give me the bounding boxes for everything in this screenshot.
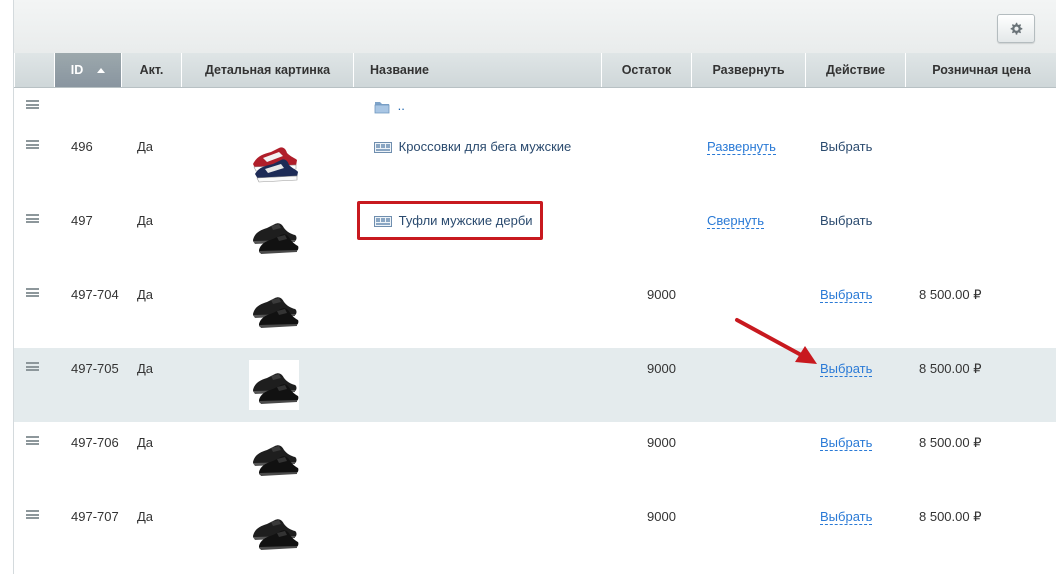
select-link[interactable]: Выбрать [820,509,873,525]
shoe-image [253,373,299,404]
table-row[interactable]: 497-707 Да 9000 Выбрать 8 500.00 ₽ [14,496,1056,574]
table-row[interactable]: 497-704 Да 9000 Выбрать 8 500.00 ₽ [14,274,1056,348]
header-active[interactable]: Акт. [121,53,181,87]
select-link[interactable]: Выбрать [820,287,873,303]
row-id: 497-707 [71,509,119,524]
settings-button[interactable] [997,14,1035,43]
row-active: Да [137,287,154,302]
select-link[interactable]: Выбрать [820,139,872,154]
row-stock: 9000 [647,287,676,302]
row-active: Да [137,435,154,450]
shoe-image [253,445,299,476]
header-retail-price-label: Розничная цена [932,63,1031,77]
sort-asc-icon [97,68,106,74]
product-name: Кроссовки для бега мужские [398,139,572,154]
highlight-box-annotation [357,201,543,240]
grid-panel: ID Акт. Детальная картинка Название Оста… [13,0,1056,574]
header-stock[interactable]: Остаток [601,53,691,87]
row-id: 496 [71,139,93,154]
sneaker-image [252,146,299,183]
row-active: Да [137,509,154,524]
drag-handle-icon[interactable] [26,140,39,149]
arrow-annotation [735,318,817,364]
row-stock: 9000 [647,361,676,376]
collapse-link[interactable]: Свернуть [707,213,765,229]
row-stock: 9000 [647,435,676,450]
product-name-link[interactable]: Кроссовки для бега мужские [374,139,571,154]
row-id: 497-706 [71,435,119,450]
gear-icon [1010,22,1023,35]
header-drag-column [14,53,54,87]
row-active: Да [137,213,154,228]
header-active-label: Акт. [139,63,164,77]
product-thumbnail[interactable] [249,136,299,186]
expand-link[interactable]: Развернуть [707,139,776,155]
select-link[interactable]: Выбрать [820,435,873,451]
row-active: Да [137,361,154,376]
folder-icon [374,101,390,113]
parent-folder-link[interactable]: .. [374,98,405,115]
product-icon [374,142,392,154]
header-name[interactable]: Название [353,53,601,87]
row-id: 497 [71,213,93,228]
header-id[interactable]: ID [54,53,121,87]
header-detail-picture-label: Детальная картинка [204,63,331,77]
drag-handle-icon[interactable] [26,100,39,109]
drag-handle-icon[interactable] [26,214,39,223]
header-stock-label: Остаток [621,63,672,77]
drag-handle-icon[interactable] [26,362,39,371]
product-thumbnail[interactable] [249,284,299,334]
select-link[interactable]: Выбрать [820,213,872,228]
product-thumbnail[interactable] [249,360,299,410]
row-price: 8 500.00 ₽ [919,361,982,376]
row-id: 497-705 [71,361,119,376]
shoe-image [253,223,299,254]
header-action-label: Действие [825,63,886,77]
drag-handle-icon[interactable] [26,436,39,445]
row-stock: 9000 [647,509,676,524]
product-thumbnail[interactable] [249,210,299,260]
product-thumbnail[interactable] [249,506,299,556]
product-thumbnail[interactable] [249,432,299,482]
header-detail-picture[interactable]: Детальная картинка [181,53,353,87]
drag-handle-icon[interactable] [26,510,39,519]
grid-toolbar [14,0,1056,54]
header-action[interactable]: Действие [805,53,905,87]
shoe-image [253,297,299,328]
header-name-label: Название [370,63,430,77]
row-price: 8 500.00 ₽ [919,287,982,302]
header-expand-label: Развернуть [712,63,785,77]
table-row-selected[interactable]: 497-705 Да 9000 Выбрать 8 500.00 ₽ [14,348,1056,422]
table-row[interactable]: 497-706 Да 9000 Выбрать 8 500.00 ₽ [14,422,1056,496]
header-expand[interactable]: Развернуть [691,53,805,87]
drag-handle-icon[interactable] [26,288,39,297]
table-row-parent[interactable]: .. [14,88,1056,126]
table-row[interactable]: 496 Да Кроссовки для бега мужские Развер… [14,126,1056,200]
row-id: 497-704 [71,287,119,302]
header-retail-price[interactable]: Розничная цена [905,53,1056,87]
grid-header: ID Акт. Детальная картинка Название Оста… [14,53,1056,88]
row-price: 8 500.00 ₽ [919,509,982,524]
row-active: Да [137,139,154,154]
header-id-label: ID [70,63,84,77]
shoe-image [253,519,299,550]
row-price: 8 500.00 ₽ [919,435,982,450]
parent-folder-label: .. [397,98,405,113]
